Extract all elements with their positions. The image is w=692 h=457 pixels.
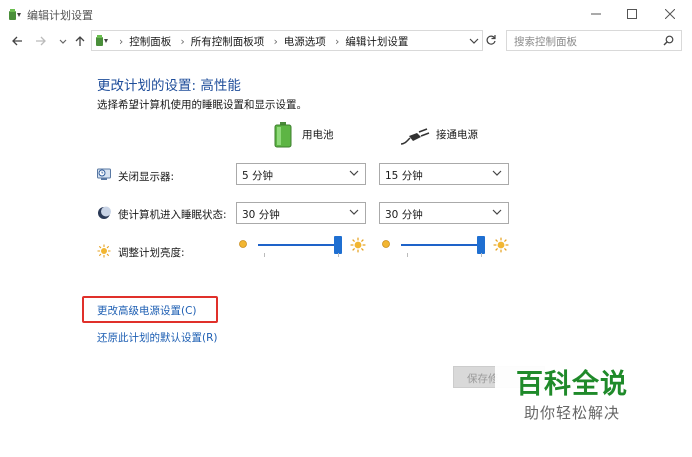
brightness-battery-slider[interactable]	[334, 236, 342, 254]
close-icon	[665, 9, 675, 19]
sleep-label: 使计算机进入睡眠状态:	[118, 209, 227, 221]
chevron-right-icon: ›	[119, 36, 124, 48]
slider-tick	[481, 253, 482, 257]
brightness-low-icon	[239, 240, 247, 248]
search-icon[interactable]	[663, 35, 674, 46]
display-off-plugged-select[interactable]: 15 分钟	[379, 163, 509, 185]
restore-defaults-link[interactable]: 还原此计划的默认设置(R)	[97, 330, 218, 345]
control-panel-icon	[9, 9, 21, 20]
battery-column-header: 用电池	[302, 129, 334, 141]
minimize-icon	[591, 13, 601, 15]
brightness-battery-fill	[258, 244, 338, 246]
address-dropdown-icon[interactable]	[469, 36, 479, 46]
search-placeholder: 搜索控制面板	[514, 36, 577, 48]
chevron-right-icon: ›	[335, 36, 340, 48]
brightness-low-icon	[382, 240, 390, 248]
save-button-label: 保存修	[467, 373, 499, 385]
plugged-column-header: 接通电源	[436, 129, 478, 141]
breadcrumb: › 控制面板 › 所有控制面板项 › 电源选项 › 编辑计划设置	[113, 34, 408, 49]
breadcrumb-item[interactable]: 编辑计划设置	[345, 36, 408, 48]
brightness-sun-icon	[97, 244, 111, 258]
advanced-power-settings-link[interactable]: 更改高级电源设置(C)	[97, 303, 197, 318]
refresh-icon[interactable]	[485, 34, 497, 46]
slider-tick	[264, 253, 265, 257]
chevron-down-icon	[349, 170, 359, 176]
chevron-down-icon	[492, 170, 502, 176]
select-value: 5 分钟	[242, 170, 274, 182]
monitor-clock-icon	[97, 168, 111, 180]
select-value: 30 分钟	[385, 209, 423, 221]
sleep-battery-select[interactable]: 30 分钟	[236, 202, 366, 224]
watermark-logo: 百科全说	[516, 369, 628, 400]
brightness-high-icon	[493, 237, 509, 253]
chevron-right-icon: ›	[273, 36, 278, 48]
back-arrow-icon[interactable]	[9, 32, 25, 50]
breadcrumb-item[interactable]: 控制面板	[129, 36, 171, 48]
control-panel-icon	[96, 35, 108, 46]
select-value: 15 分钟	[385, 170, 423, 182]
watermark-tagline: 助你轻松解决	[524, 404, 621, 422]
window-title: 编辑计划设置	[27, 9, 93, 22]
up-arrow-icon[interactable]	[72, 32, 88, 50]
close-button[interactable]	[652, 0, 688, 28]
display-off-battery-select[interactable]: 5 分钟	[236, 163, 366, 185]
chevron-down-icon	[492, 209, 502, 215]
chevron-right-icon: ›	[180, 36, 185, 48]
minimize-button[interactable]	[578, 0, 614, 28]
slider-tick	[407, 253, 408, 257]
sleep-plugged-select[interactable]: 30 分钟	[379, 202, 509, 224]
brightness-high-icon	[350, 237, 366, 253]
power-plug-icon	[401, 128, 430, 145]
maximize-icon	[627, 9, 637, 19]
brightness-plugged-fill	[401, 244, 481, 246]
display-off-label: 关闭显示器:	[118, 171, 175, 183]
chevron-down-icon[interactable]	[55, 32, 71, 50]
chevron-down-icon	[349, 209, 359, 215]
page-title: 更改计划的设置: 高性能	[97, 78, 241, 94]
battery-icon	[274, 122, 292, 148]
sleep-moon-icon	[98, 206, 111, 219]
breadcrumb-item[interactable]: 所有控制面板项	[191, 36, 265, 48]
page-description: 选择希望计算机使用的睡眠设置和显示设置。	[97, 99, 307, 111]
brightness-label: 调整计划亮度:	[118, 247, 185, 259]
title-bar: 编辑计划设置	[0, 0, 692, 28]
select-value: 30 分钟	[242, 209, 280, 221]
maximize-button[interactable]	[614, 0, 650, 28]
brightness-plugged-slider[interactable]	[477, 236, 485, 254]
forward-arrow-icon[interactable]	[33, 32, 49, 50]
breadcrumb-item[interactable]: 电源选项	[284, 36, 326, 48]
slider-tick	[338, 253, 339, 257]
